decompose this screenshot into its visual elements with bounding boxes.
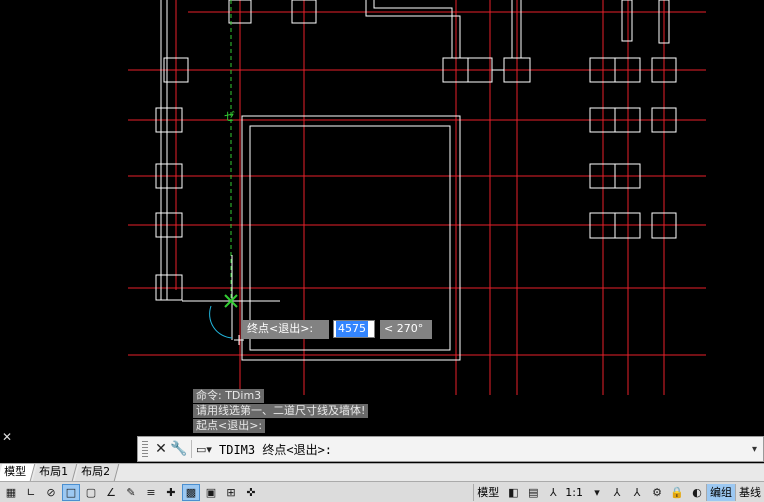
wrench-icon[interactable]: 🔧 — [170, 439, 188, 459]
otrack-icon[interactable]: ▢ — [82, 484, 100, 501]
workspace-gear-icon[interactable]: ⚙ — [648, 484, 666, 501]
history-line-2: 请用线选第一、二道尺寸线及墙体! — [193, 404, 369, 418]
layout-tabs: 模型 布局1 布局2 — [0, 463, 764, 481]
angle-readout: < 270° — [380, 320, 432, 339]
dynamic-prompt-label: 终点<退出>: — [243, 320, 329, 339]
ortho-icon[interactable]: ∟ — [22, 484, 40, 501]
osnap-icon[interactable]: □ — [62, 483, 80, 501]
annotation-scale-icon[interactable]: ⅄ — [544, 484, 562, 501]
close-icon[interactable]: ✕ — [152, 439, 170, 459]
lock-icon[interactable]: 🔒 — [668, 484, 686, 501]
wall-outlines — [155, 0, 677, 361]
command-line-bar[interactable]: ✕ 🔧 ▭▾ TDIM3 终点<退出>: ▾ — [137, 436, 764, 462]
command-input[interactable]: TDIM3 终点<退出>: — [219, 441, 332, 458]
layout-view-icon[interactable]: ▤ — [524, 484, 542, 501]
tab-model[interactable]: 模型 — [0, 464, 36, 481]
transparency-icon[interactable]: ▩ — [182, 483, 200, 501]
status-bar: ▦ ∟ ⊘ □ ▢ ∠ ✎ ≡ ✚ ▩ ▣ ⊞ ✜ 模型 ◧ ▤ ⅄ 1:1 ▾… — [0, 481, 764, 502]
lineweight-icon[interactable]: ≡ — [142, 484, 160, 501]
chevron-down-icon[interactable]: ▾ — [588, 484, 606, 501]
isolate-icon[interactable]: ◐ — [688, 484, 706, 501]
grid-icon[interactable]: ▦ — [2, 484, 20, 501]
ucs-icon: ✕ — [2, 430, 13, 444]
polar-icon[interactable]: ⊘ — [42, 484, 60, 501]
dynamic-input-field[interactable]: 4575 — [333, 320, 375, 338]
history-line-1: 命令: TDim3 — [193, 389, 265, 403]
drawing-canvas[interactable]: ゼ — [0, 0, 764, 440]
tab-layout2[interactable]: 布局2 — [74, 464, 120, 481]
polar-tracking-arc — [209, 305, 233, 339]
annotation-scale[interactable]: 1:1 — [562, 484, 586, 501]
angle-icon[interactable]: ∠ — [102, 484, 120, 501]
crosshair-icon[interactable]: ✚ — [162, 484, 180, 501]
tab-layout1[interactable]: 布局1 — [32, 464, 78, 481]
selection-cycling-icon[interactable]: ▣ — [202, 484, 220, 501]
annotation-icon[interactable]: ⊞ — [222, 484, 240, 501]
dynamic-ucs-icon[interactable]: ✎ — [122, 484, 140, 501]
chevron-down-icon[interactable]: ▾ — [752, 444, 757, 455]
baseline-toggle[interactable]: 基线 — [735, 483, 764, 501]
model-space-label[interactable]: 模型 — [473, 483, 502, 501]
gizmo-icon[interactable]: ✜ — [242, 484, 260, 501]
quick-view-icon[interactable]: ◧ — [504, 484, 522, 501]
history-line-3: 起点<退出>: — [193, 419, 266, 433]
autoscale-icon[interactable]: ⅄ — [628, 484, 646, 501]
annotation-visibility-icon[interactable]: ⅄ — [608, 484, 626, 501]
divider — [191, 440, 192, 458]
green-axis-mark: ゼ — [224, 110, 235, 123]
dynamic-input-value[interactable]: 4575 — [336, 321, 368, 337]
grip-handle[interactable] — [142, 441, 148, 457]
prompt-icon[interactable]: ▭▾ — [195, 439, 213, 459]
group-toggle[interactable]: 编组 — [706, 483, 735, 501]
